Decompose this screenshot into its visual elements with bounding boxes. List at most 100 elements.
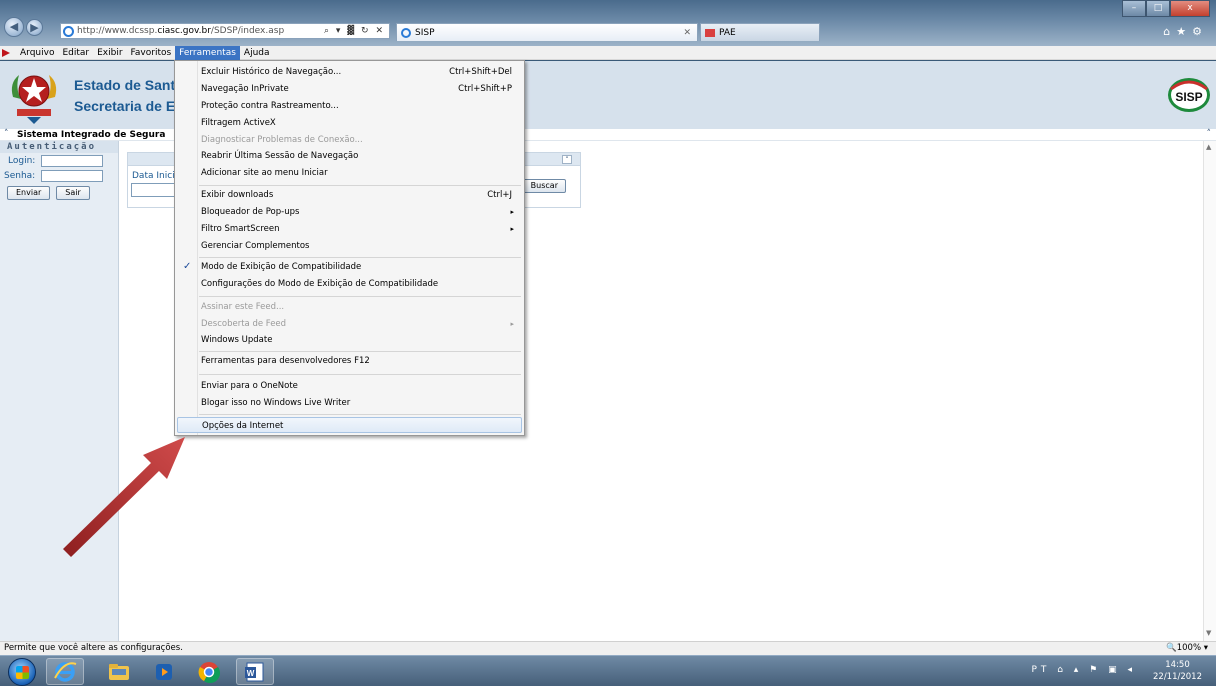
tab-pae[interactable]: PAE [700, 23, 820, 41]
login-row: Login: [0, 153, 118, 168]
menu-item-send-onenote[interactable]: Enviar para o OneNote [177, 378, 522, 394]
tab-sisp[interactable]: SISP ✕ [396, 23, 698, 41]
menu-item-label: Exibir downloads [201, 190, 274, 200]
menu-item-label: Assinar este Feed... [201, 302, 285, 312]
banner-state-title: Estado de Sant [74, 77, 176, 93]
menu-item-label: Navegação InPrivate [201, 84, 289, 94]
menu-separator [199, 414, 521, 415]
date-label: Data Inici [132, 171, 175, 181]
menu-item-clear-history[interactable]: Excluir Histórico de Navegação... Ctrl+S… [177, 64, 522, 80]
windows-logo-icon [16, 666, 29, 679]
submenu-arrow-icon: ▸ [510, 208, 514, 216]
window-controls: – □ x [1122, 0, 1210, 17]
menu-favoritos[interactable]: Favoritos [127, 46, 176, 60]
menu-item-blog-live-writer[interactable]: Blogar isso no Windows Live Writer [177, 395, 522, 411]
home-favorites-tools-icons[interactable]: ⌂★⚙ [1163, 25, 1208, 38]
clock-time: 14:50 [1165, 660, 1190, 670]
buscar-button[interactable]: Buscar [522, 179, 566, 193]
sisp-logo-text: SISP [1175, 90, 1202, 104]
menu-item-label: Windows Update [201, 335, 273, 345]
scroll-down-icon[interactable]: ▼ [1206, 629, 1211, 637]
menu-item-popup-blocker[interactable]: Bloqueador de Pop-ups ▸ [177, 204, 522, 220]
start-button[interactable] [8, 658, 36, 686]
scroll-up-icon[interactable]: ▲ [1206, 143, 1211, 151]
menu-item-label: Diagnosticar Problemas de Conexão... [201, 135, 363, 145]
taskbar-explorer-button[interactable] [100, 658, 138, 685]
menu-item-label: Reabrir Última Sessão de Navegação [201, 151, 359, 161]
collapse-right-icon[interactable]: ˄ [1207, 129, 1212, 139]
menu-item-shortcut: Ctrl+Shift+Del [449, 67, 512, 77]
forward-button[interactable]: ▶ [26, 19, 43, 36]
menu-item-view-downloads[interactable]: Exibir downloads Ctrl+J [177, 187, 522, 203]
word-icon: W [245, 662, 264, 681]
taskbar-media-player-button[interactable] [145, 658, 183, 685]
menu-separator [199, 296, 521, 297]
login-input[interactable] [41, 154, 104, 167]
address-tools-icons[interactable]: ⌕ ▾ ▓ ↻ ✕ [324, 26, 389, 36]
menu-separator [199, 257, 521, 258]
menu-arquivo[interactable]: Arquivo [16, 46, 58, 60]
auth-buttons: Enviar Sair [0, 183, 118, 200]
menu-item-subscribe-feed: Assinar este Feed... [177, 299, 522, 315]
taskbar-ie-button[interactable] [46, 658, 84, 685]
menu-item-label: Excluir Histórico de Navegação... [201, 67, 342, 77]
menu-item-activex-filtering[interactable]: Filtragem ActiveX [177, 115, 522, 131]
taskbar-chrome-button[interactable] [190, 658, 228, 685]
windows-taskbar: W PT ⌂ ▴ ⚑ ▣ ◂ 14:50 22/11/2012 [0, 655, 1216, 686]
tools-dropdown-menu: Excluir Histórico de Navegação... Ctrl+S… [174, 60, 525, 436]
menu-item-label: Gerenciar Complementos [201, 241, 310, 251]
minimize-button[interactable]: – [1122, 0, 1146, 17]
system-tray-icons[interactable]: PT ⌂ ▴ ⚑ ▣ ◂ [1031, 665, 1136, 675]
ie-tab-icon [401, 27, 411, 38]
menu-separator [199, 374, 521, 375]
browser-chrome: ◀ ▶ http://www.dcssp.ciasc.gov.br/SDSP/i… [0, 0, 1216, 46]
menu-item-label: Configurações do Modo de Exibição de Com… [201, 279, 439, 289]
menu-item-inprivate[interactable]: Navegação InPrivate Ctrl+Shift+P [177, 81, 522, 97]
menu-item-internet-options[interactable]: Opções da Internet [177, 417, 522, 433]
menu-item-label: Descoberta de Feed [201, 319, 287, 329]
menu-item-compatibility-view[interactable]: ✓ Modo de Exibição de Compatibilidade [177, 259, 522, 275]
taskbar-clock[interactable]: 14:50 22/11/2012 [1153, 659, 1202, 683]
password-label: Senha: [4, 170, 36, 181]
password-input[interactable] [41, 169, 104, 182]
collapse-panel-icon[interactable]: ˄ [562, 155, 572, 164]
collapse-left-icon[interactable]: ˄ [4, 129, 9, 139]
menu-item-label: Filtragem ActiveX [201, 118, 276, 128]
menu-item-feed-discovery: Descoberta de Feed ▸ [177, 316, 522, 332]
login-label: Login: [8, 155, 36, 166]
menu-item-label: Filtro SmartScreen [201, 224, 280, 234]
menu-item-compatibility-settings[interactable]: Configurações do Modo de Exibição de Com… [177, 276, 522, 292]
menu-item-reopen-session[interactable]: Reabrir Última Sessão de Navegação [177, 148, 522, 164]
tab-sisp-label: SISP [415, 27, 435, 38]
chrome-icon [198, 661, 220, 683]
menu-exibir[interactable]: Exibir [93, 46, 126, 60]
enviar-button[interactable]: Enviar [7, 186, 51, 200]
close-window-button[interactable]: x [1170, 0, 1210, 17]
auth-header: Autenticação [0, 141, 118, 153]
menu-item-manage-addons[interactable]: Gerenciar Complementos [177, 238, 522, 254]
menu-ferramentas[interactable]: Ferramentas [175, 45, 240, 60]
zoom-control[interactable]: 🔍100% ▾ [1166, 642, 1208, 655]
menu-item-windows-update[interactable]: Windows Update [177, 332, 522, 348]
menu-item-label: Blogar isso no Windows Live Writer [201, 398, 351, 408]
menu-item-add-to-start[interactable]: Adicionar site ao menu Iniciar [177, 165, 522, 181]
taskbar-word-button[interactable]: W [236, 658, 274, 685]
maximize-button[interactable]: □ [1146, 0, 1170, 17]
svg-text:W: W [247, 669, 255, 678]
menu-item-tracking-protection[interactable]: Proteção contra Rastreamento... [177, 98, 522, 114]
menu-editar[interactable]: Editar [58, 46, 93, 60]
menu-item-dev-tools[interactable]: Ferramentas para desenvolvedores F12 [177, 353, 522, 369]
address-url: http://www.dcssp.ciasc.gov.br/SDSP/index… [77, 26, 284, 36]
menu-item-smartscreen[interactable]: Filtro SmartScreen ▸ [177, 221, 522, 237]
menu-item-label: Bloqueador de Pop-ups [201, 207, 300, 217]
tab-close-icon[interactable]: ✕ [683, 28, 697, 38]
address-bar[interactable]: http://www.dcssp.ciasc.gov.br/SDSP/index… [60, 23, 390, 39]
page-scrollbar[interactable]: ▲ ▼ [1203, 141, 1216, 641]
menu-ajuda[interactable]: Ajuda [240, 46, 274, 60]
menu-item-label: Adicionar site ao menu Iniciar [201, 168, 328, 178]
back-button[interactable]: ◀ [4, 17, 24, 37]
system-title: Sistema Integrado de Segura [17, 130, 166, 140]
menu-item-label: Modo de Exibição de Compatibilidade [201, 262, 362, 272]
banner-secretariat-title: Secretaria de E [74, 98, 176, 114]
sair-button[interactable]: Sair [56, 186, 90, 200]
